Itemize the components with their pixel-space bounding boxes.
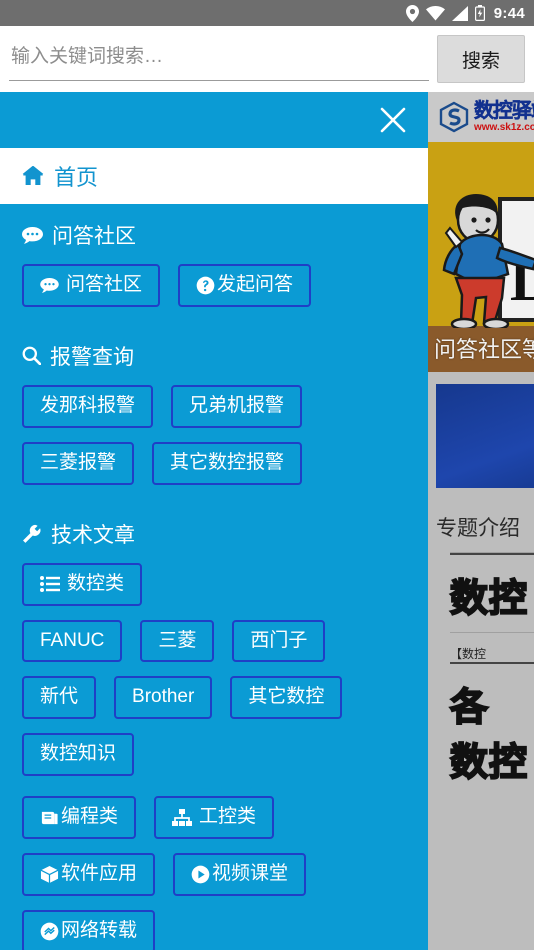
sidebar-item-home[interactable]: 首页 bbox=[0, 148, 428, 204]
tech-row-6: 软件应用 视频课堂 bbox=[22, 853, 428, 897]
cube-icon bbox=[40, 865, 59, 884]
nav-button-cnc-category-label: 数控类 bbox=[67, 572, 125, 594]
status-bar: 9:44 bbox=[0, 0, 534, 26]
article-title-2b: 数控 bbox=[449, 741, 529, 785]
drawer-header bbox=[0, 92, 428, 148]
drawer-group-alarm-buttons-2: 三菱报警 其它数控报警 bbox=[22, 441, 428, 485]
banner-person-illustration bbox=[438, 178, 534, 328]
drawer-group-qa-title: 问答社区 bbox=[52, 225, 136, 248]
share-circle-icon bbox=[40, 922, 59, 941]
drawer-body: 问答社区 问答社区 发起问答 报警查询 发那科报警 兄弟机报警 三菱报警 其它数… bbox=[0, 204, 428, 950]
nav-button-mitsubishi-alarm[interactable]: 三菱报警 bbox=[22, 441, 135, 485]
nav-button-software[interactable]: 软件应用 bbox=[22, 853, 156, 897]
play-circle-icon bbox=[191, 865, 210, 884]
nav-button-mitsubishi[interactable]: 三菱 bbox=[140, 619, 215, 663]
drawer-group-tech-title: 技术文章 bbox=[51, 523, 135, 547]
drawer-group-alarm-title: 报警查询 bbox=[50, 345, 134, 369]
list-icon bbox=[40, 576, 60, 593]
battery-icon bbox=[474, 5, 485, 21]
comment-icon bbox=[22, 226, 43, 244]
article-divider-1 bbox=[450, 632, 534, 633]
nav-button-cnc-category[interactable]: 数控类 bbox=[22, 562, 143, 606]
drawer-group-alarm: 报警查询 发那科报警 兄弟机报警 三菱报警 其它数控报警 bbox=[0, 325, 428, 503]
search-input[interactable] bbox=[9, 37, 429, 81]
logo-mark-icon bbox=[438, 101, 470, 133]
search-bar: 搜索 bbox=[0, 26, 534, 92]
question-circle-icon bbox=[196, 276, 215, 295]
nav-button-web-repost[interactable]: 网络转载 bbox=[22, 910, 156, 950]
logo-title: 数控驿站 bbox=[474, 100, 534, 122]
navigation-drawer: 首页 问答社区 问答社区 发起问答 报警查询 发那科报警 兄弟机报警 三菱报警 … bbox=[0, 92, 428, 950]
tech-row-5: 编程类 工控类 bbox=[22, 796, 428, 840]
sitemap-icon bbox=[172, 809, 193, 827]
search-button[interactable]: 搜索 bbox=[437, 35, 525, 83]
tech-row-3: 新代 Brother 其它数控 bbox=[22, 676, 428, 720]
nav-button-qa-community[interactable]: 问答社区 bbox=[22, 264, 161, 307]
article-card-1[interactable]: 数控 bbox=[449, 553, 534, 632]
nav-button-syntec[interactable]: 新代 bbox=[22, 676, 97, 720]
cellular-signal-icon bbox=[451, 5, 468, 21]
close-icon[interactable] bbox=[376, 103, 410, 137]
app-root: 9:44 搜索 数控驿站 www.sk1z.com bbox=[0, 0, 534, 950]
article-title-2a: 各 bbox=[449, 686, 490, 730]
nav-button-brother-alarm[interactable]: 兄弟机报警 bbox=[171, 384, 303, 428]
nav-button-siemens[interactable]: 西门子 bbox=[232, 619, 326, 663]
nav-button-ask-question[interactable]: 发起问答 bbox=[178, 264, 312, 307]
drawer-group-alarm-header: 报警查询 bbox=[22, 341, 428, 371]
logo-url: www.sk1z.com bbox=[474, 122, 534, 133]
search-input-wrap bbox=[9, 37, 429, 81]
search-icon bbox=[22, 346, 41, 366]
tech-row-1: 数控类 bbox=[22, 562, 428, 606]
tech-row-2: FANUC 三菱 西门子 bbox=[22, 619, 428, 663]
nav-button-industrial-control-label: 工控类 bbox=[199, 806, 257, 828]
article-card-2[interactable]: 各 数控 bbox=[449, 662, 534, 796]
wifi-icon bbox=[425, 5, 445, 21]
drawer-group-qa-header: 问答社区 bbox=[22, 220, 428, 250]
nav-button-web-repost-label: 网络转载 bbox=[61, 920, 138, 942]
tech-row-7: 网络转载 bbox=[22, 910, 428, 950]
book-icon bbox=[40, 810, 59, 826]
drawer-group-tech: 技术文章 数控类 FANUC 三菱 西门子 新代 Brother 其它数控 数控… bbox=[0, 503, 428, 950]
nav-button-ask-question-label: 发起问答 bbox=[217, 274, 294, 295]
nav-button-fanuc[interactable]: FANUC bbox=[22, 619, 123, 663]
logo-text: 数控驿站 www.sk1z.com bbox=[474, 101, 534, 133]
drawer-group-qa-buttons: 问答社区 发起问答 bbox=[22, 264, 428, 307]
comment-icon bbox=[40, 277, 59, 293]
drawer-group-tech-header: 技术文章 bbox=[22, 519, 428, 549]
promo-card[interactable]: 数 bbox=[436, 384, 534, 488]
tech-row-4: 数控知识 bbox=[22, 733, 428, 777]
nav-button-software-label: 软件应用 bbox=[61, 863, 138, 885]
nav-button-cnc-knowledge[interactable]: 数控知识 bbox=[22, 733, 135, 777]
article-subtitle: 【数控 bbox=[450, 647, 487, 661]
section-title: 专题介绍 bbox=[436, 517, 520, 540]
site-logo[interactable]: 数控驿站 www.sk1z.com bbox=[438, 101, 534, 133]
sidebar-item-home-label: 首页 bbox=[54, 165, 99, 190]
nav-button-fanuc-alarm[interactable]: 发那科报警 bbox=[22, 384, 154, 428]
article-title-1: 数控 bbox=[449, 577, 529, 621]
drawer-group-alarm-buttons: 发那科报警 兄弟机报警 bbox=[22, 384, 428, 428]
nav-button-video-class[interactable]: 视频课堂 bbox=[173, 853, 307, 897]
banner-caption: 问答社区等 bbox=[434, 337, 534, 362]
home-icon bbox=[22, 166, 44, 186]
nav-button-programming[interactable]: 编程类 bbox=[22, 796, 137, 840]
wrench-icon bbox=[22, 524, 42, 544]
location-pin-icon bbox=[405, 4, 419, 22]
nav-button-video-class-label: 视频课堂 bbox=[212, 863, 289, 885]
nav-button-programming-label: 编程类 bbox=[61, 806, 119, 828]
nav-button-other-cnc-alarm[interactable]: 其它数控报警 bbox=[152, 441, 303, 485]
nav-button-industrial-control[interactable]: 工控类 bbox=[154, 796, 275, 840]
nav-button-qa-community-label: 问答社区 bbox=[66, 274, 143, 295]
drawer-group-qa: 问答社区 问答社区 发起问答 bbox=[0, 204, 428, 325]
nav-button-brother[interactable]: Brother bbox=[114, 676, 213, 720]
status-clock: 9:44 bbox=[493, 4, 525, 22]
nav-button-other-cnc[interactable]: 其它数控 bbox=[230, 676, 343, 720]
